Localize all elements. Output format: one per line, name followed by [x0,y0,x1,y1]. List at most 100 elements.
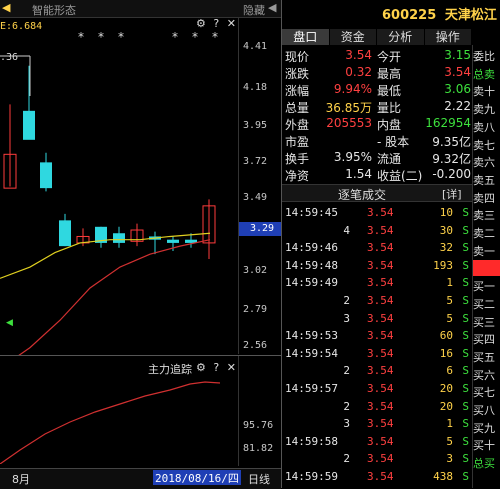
quote-value: 205553 [326,116,372,130]
depth-label: 买一 [473,280,495,294]
candlestick-chart[interactable] [0,20,240,355]
tab-funds[interactable]: 资金 [329,29,377,45]
trade-time: 2 [343,452,350,466]
price-tick: 2.79 [243,304,268,315]
trade-volume: 5 [446,434,453,448]
trade-price: 3.54 [367,311,394,325]
quote-label: 今开 [377,50,402,64]
depth-label: 买五 [473,350,495,364]
trade-side: S [462,206,469,219]
trade-side: S [462,364,469,378]
quote-value: 9.35亿 [432,135,471,149]
trade-price: 3.54 [367,382,394,395]
trade-row[interactable]: 14:59:57 3.54 20 S [285,382,473,400]
quote-value: 1.54 [345,167,372,181]
date-label: 2018/08/16/四 [153,470,241,485]
trade-row[interactable]: 3 3.54 1 S [285,417,473,435]
trade-price: 3.54 [367,223,394,237]
quote-row: 现价 3.54 今开 3.15 [285,48,473,65]
trade-time: 14:59:54 [285,346,338,360]
price-tick: 2.56 [243,340,268,351]
trade-side: S [462,399,469,413]
candle-body [40,162,52,189]
tab-analysis[interactable]: 分析 [377,29,425,45]
trade-volume: 1 [446,417,453,431]
trade-price: 3.54 [367,364,394,378]
price-tick: 3.02 [243,265,268,276]
trade-row[interactable]: 2 3.54 3 S [285,452,473,470]
trade-time: 14:59:48 [285,258,338,272]
trade-row[interactable]: 2 3.54 20 S [285,400,473,418]
quote-value: 3.06 [444,82,471,96]
trade-time: 14:59:45 [285,206,338,219]
quote-value: 3.15 [444,48,471,62]
depth-label: 总卖 [473,67,495,81]
indicator-chart[interactable] [0,372,240,464]
tab-pankou[interactable]: 盘口 [282,29,330,45]
trade-row[interactable]: 14:59:54 3.54 16 S [285,347,473,365]
quote-value: 2.22 [444,99,471,113]
trade-row[interactable]: 14:59:59 3.54 438 S [285,470,473,488]
depth-label: 买二 [473,297,495,311]
depth-label: 买八 [473,404,495,417]
quote-label: 收益(二) [377,169,423,183]
tab-operation[interactable]: 操作 [424,29,472,45]
trades-header: 逐笔成交 [详] [282,184,472,202]
current-price-band [473,260,500,277]
quote-row: 市盈 - 股本 9.35亿 [285,133,473,150]
trade-row[interactable]: 2 3.54 6 S [285,364,473,382]
quote-tabs: 盘口 资金 分析 操作 [282,29,472,45]
quote-label: 涨跌 [285,67,310,81]
depth-label: 委比 [473,50,495,63]
axis-divider-2 [238,356,239,466]
trades-title: 逐笔成交 [338,188,387,202]
stock-header: 600225 天津松江 [382,4,497,23]
trade-time: 2 [343,399,350,413]
hide-button[interactable]: 隐藏 [243,2,265,18]
candle-body [59,220,71,247]
trade-row[interactable]: 14:59:53 3.54 60 S [285,329,473,347]
ma-line-long [18,239,211,355]
trade-side: S [462,223,469,237]
trade-row[interactable]: 14:59:48 3.54 193 S [285,259,473,277]
smart-pattern-label[interactable]: 智能形态 [32,2,76,18]
quote-row: 换手 3.95% 流通 9.32亿 [285,150,473,167]
trade-row[interactable]: 4 3.54 30 S [285,224,473,242]
period-label[interactable]: 日线 [248,471,270,487]
trade-price: 3.54 [367,399,394,413]
trade-volume: 32 [439,241,453,255]
trade-volume: 20 [439,399,453,413]
trade-row[interactable]: 2 3.54 5 S [285,294,473,312]
collapse-icon[interactable]: ◀ [268,1,276,14]
current-price-marker: 3.29 [238,222,281,236]
trade-time: 14:59:57 [285,382,338,395]
trade-row[interactable]: 14:59:49 3.54 1 S [285,276,473,294]
trade-time: 14:59:59 [285,470,338,483]
trade-row[interactable]: 3 3.54 5 S [285,312,473,330]
quote-label: 现价 [285,50,310,64]
trade-time: 2 [343,364,350,378]
arrow-icon: ◀ [6,318,13,328]
trade-row[interactable]: 14:59:46 3.54 32 S [285,241,473,259]
depth-label: 买九 [473,421,495,435]
scroll-left-icon[interactable]: ◀ [2,1,10,14]
quote-label: 总量 [285,101,310,115]
trades-detail-link[interactable]: [详] [442,186,462,202]
trade-price: 3.54 [367,434,394,448]
quote-value: 9.32亿 [432,152,471,166]
trade-price: 3.54 [367,452,394,466]
trade-price: 3.54 [367,346,394,360]
trade-row[interactable]: 14:59:58 3.54 5 S [285,435,473,453]
quote-label: 净资 [285,169,310,183]
date-bar: 8月 2018/08/16/四 日线 [0,468,281,489]
depth-label: 卖七 [473,138,495,152]
trade-volume: 193 [433,258,453,272]
depth-label: 卖五 [473,173,495,187]
trade-side: S [462,470,469,483]
depth-label: 卖三 [473,209,495,223]
trade-volume: 60 [439,329,453,343]
quote-label: 最低 [377,84,402,98]
trade-side: S [462,329,469,343]
trade-row[interactable]: 14:59:45 3.54 10 S [285,206,473,224]
quote-row: 净资 1.54 收益(二) -0.200 [285,167,473,184]
